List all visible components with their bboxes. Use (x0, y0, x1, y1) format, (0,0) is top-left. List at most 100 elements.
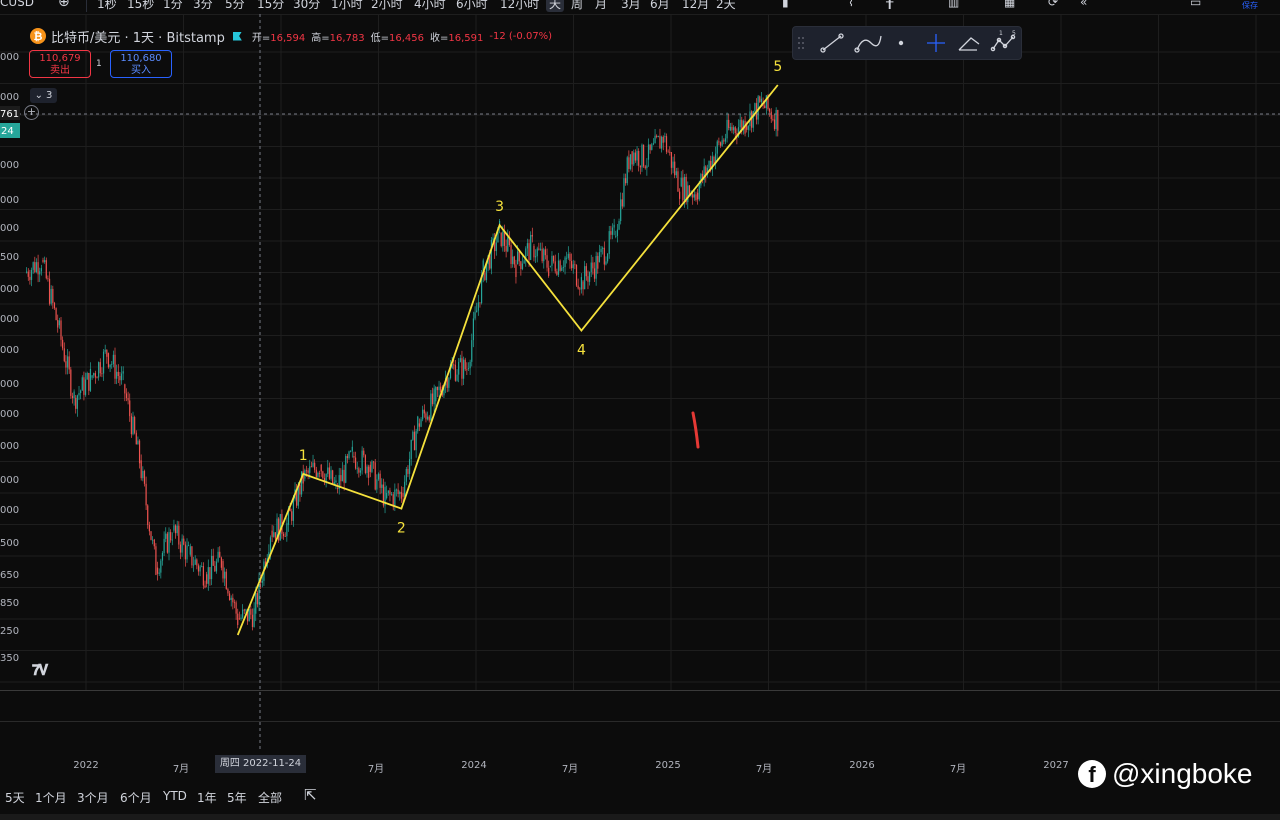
candle-body (215, 561, 218, 572)
elliott-wave-tool-icon[interactable] (989, 31, 1017, 53)
time-axis-label: 2027 (1043, 760, 1069, 771)
candle-body (628, 157, 630, 169)
candle-body (243, 609, 245, 611)
candle-body (674, 161, 676, 176)
fib-tool-icon[interactable] (957, 34, 981, 52)
candle-body (60, 320, 62, 340)
candle-body (456, 374, 458, 381)
candle-body (652, 143, 655, 145)
candle-body (413, 431, 416, 451)
candle-body (469, 361, 471, 369)
pane-separator[interactable] (0, 690, 1280, 691)
candle-body (502, 231, 504, 247)
facebook-icon: f (1078, 760, 1106, 788)
candle-body (248, 609, 250, 622)
candle-body (377, 473, 380, 480)
date-range-icon[interactable]: ⇱ (304, 786, 317, 804)
candle-body (50, 288, 52, 304)
buy-button[interactable]: 110,680 买入 (110, 50, 172, 78)
candle-body (667, 151, 669, 153)
candle-body (230, 597, 232, 601)
candle-body (81, 377, 83, 391)
candle-body (747, 126, 749, 130)
candle-body (610, 231, 612, 235)
range-button[interactable]: 1年 (197, 789, 217, 806)
range-button[interactable]: 5天 (5, 789, 25, 806)
candle-body (474, 312, 476, 319)
candle-body (572, 264, 574, 269)
candle-body (269, 537, 272, 553)
candle-body (623, 178, 625, 207)
ohlc-low: 低=16,456 (370, 32, 424, 44)
candle-body (472, 318, 475, 341)
candle-body (520, 261, 522, 270)
candle-body (695, 194, 697, 201)
candle-body (66, 356, 69, 368)
candle-body (503, 231, 506, 246)
candle-body (484, 272, 486, 280)
candle-body (621, 199, 623, 207)
candle-body (734, 127, 736, 134)
wave-label[interactable]: 1 (299, 448, 308, 464)
range-button[interactable]: 5年 (227, 789, 247, 806)
candle-body (510, 245, 512, 264)
trend-line-tool-icon[interactable] (821, 34, 843, 52)
price-chart[interactable]: 0000007612400000000050000000000000000000… (0, 0, 1280, 752)
sell-button[interactable]: 110,679 卖出 (29, 50, 91, 78)
candle-body (68, 356, 70, 370)
range-button[interactable]: YTD (163, 789, 187, 803)
candle-body (760, 98, 763, 102)
candle-body (350, 451, 352, 453)
price-axis-label: 000 (0, 409, 19, 420)
time-axis-label: 2026 (849, 760, 875, 771)
ohlc-high: 高=16,783 (311, 32, 365, 44)
candle-body (305, 470, 308, 472)
wave-label[interactable]: 2 (397, 521, 406, 537)
candle-body (93, 373, 95, 376)
ohlc-close: 收=16,591 (430, 32, 484, 44)
candle-body (366, 466, 368, 473)
candle-body (351, 446, 353, 452)
candle-body (322, 471, 324, 479)
candle-body (286, 523, 288, 537)
candle-body (454, 364, 457, 381)
symbol-title[interactable]: 比特币/美元 · 1天 · Bitstamp (51, 27, 225, 46)
candle-body (518, 251, 520, 262)
candle-body (575, 265, 578, 286)
wave-label[interactable]: 4 (577, 343, 586, 359)
crosshair-plus-icon[interactable]: + (24, 105, 39, 120)
indicator-collapse-button[interactable]: ⌄ 3 (30, 88, 57, 103)
candle-body (232, 597, 234, 603)
candle-body (643, 144, 645, 167)
candle-body (261, 580, 263, 583)
candle-body (86, 372, 88, 380)
candle-body (562, 266, 565, 268)
candle-body (178, 525, 180, 545)
candle-body (567, 253, 569, 258)
wave-label[interactable]: 3 (495, 199, 504, 215)
candle-body (615, 235, 617, 237)
candle-body (592, 262, 594, 269)
brush-tool-icon[interactable] (855, 34, 883, 52)
wave-label[interactable]: 5 (773, 59, 782, 75)
candle-body (225, 571, 227, 590)
crosshair-tool-icon[interactable] (925, 34, 947, 52)
candle-body (770, 111, 772, 119)
candle-body (45, 260, 47, 279)
range-button[interactable]: 全部 (258, 789, 282, 806)
candle-body (333, 482, 335, 484)
candle-body (130, 416, 132, 435)
candle-body (361, 450, 363, 471)
range-button[interactable]: 6个月 (120, 789, 152, 806)
candle-body (147, 505, 149, 525)
candle-body (582, 281, 584, 290)
elliott-wave-line[interactable] (236, 84, 779, 636)
candle-body (490, 239, 493, 269)
pane-separator[interactable] (0, 721, 1280, 722)
range-button[interactable]: 3个月 (77, 789, 109, 806)
range-button[interactable]: 1个月 (35, 789, 67, 806)
flag-icon[interactable] (232, 31, 242, 41)
candle-body (590, 262, 592, 273)
candle-body (598, 252, 601, 263)
dot-tool-icon[interactable] (893, 34, 911, 52)
